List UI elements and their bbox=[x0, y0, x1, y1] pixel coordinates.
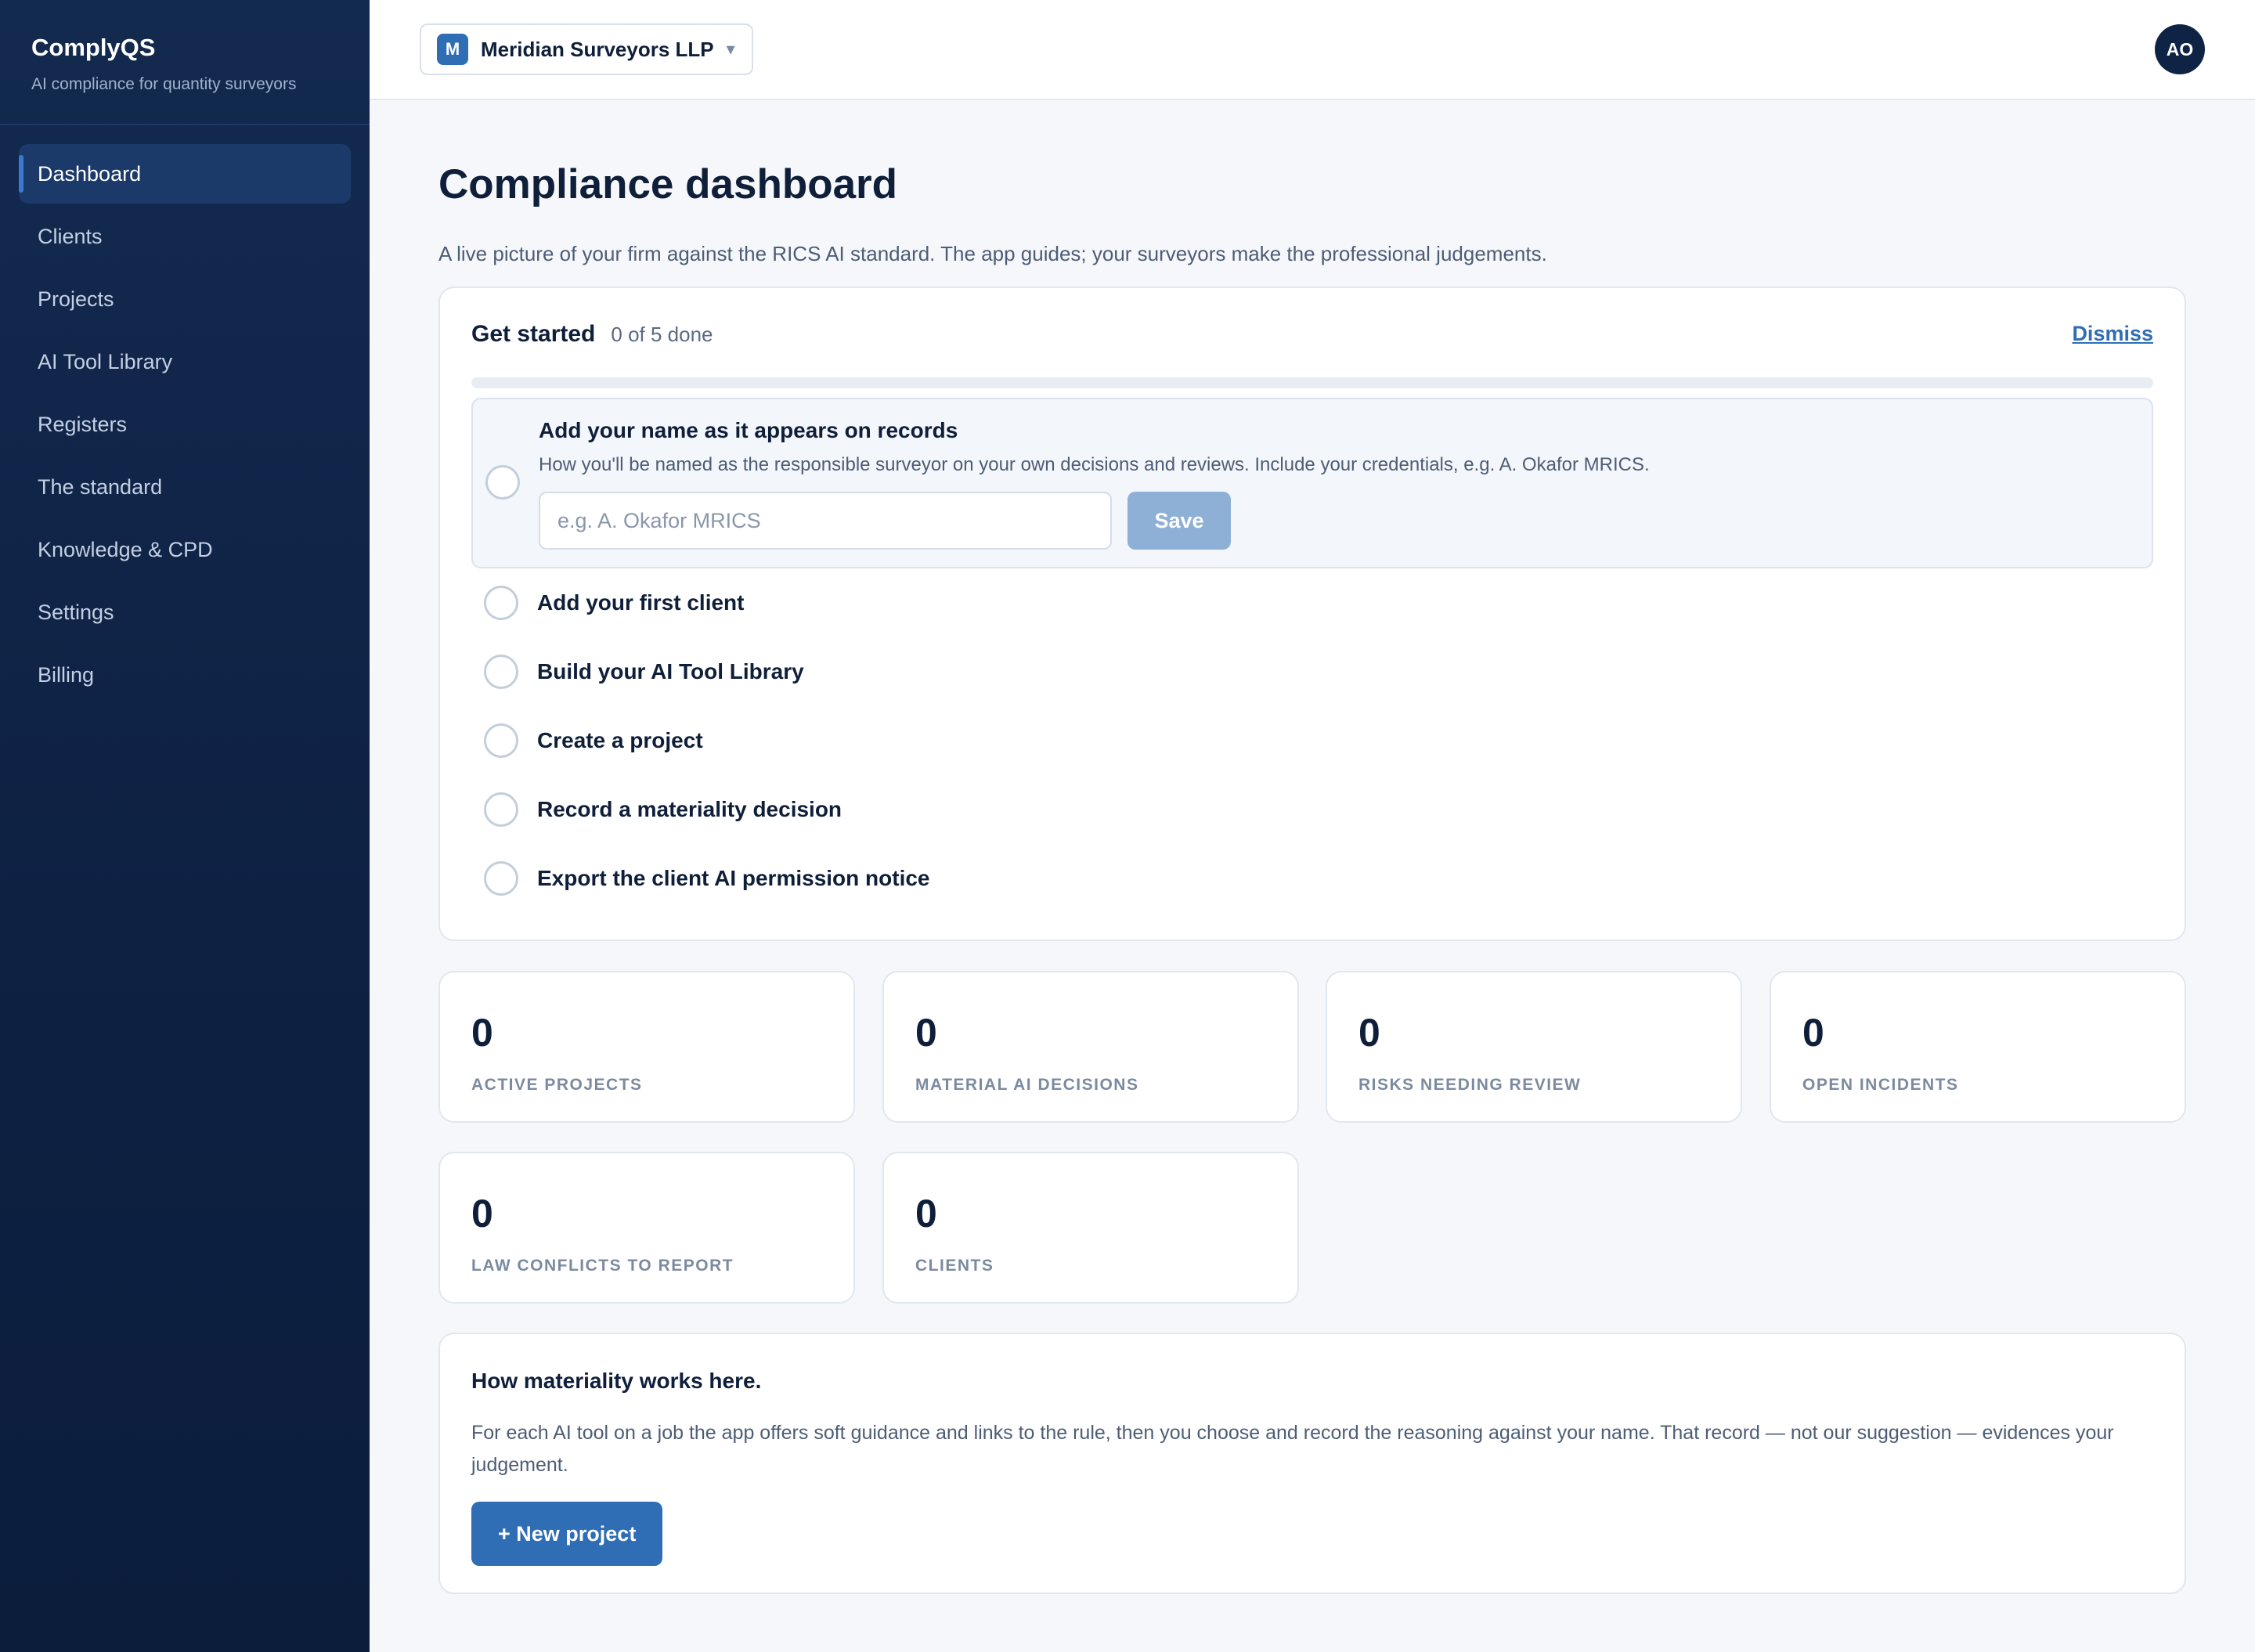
materiality-info-card: How materiality works here. For each AI … bbox=[438, 1333, 2186, 1594]
step-label: Add your first client bbox=[537, 590, 745, 615]
sidebar-item-dashboard[interactable]: Dashboard bbox=[19, 144, 351, 204]
main-content: Compliance dashboard A live picture of y… bbox=[438, 99, 2186, 1594]
brand: ComplyQS AI compliance for quantity surv… bbox=[0, 0, 370, 125]
step-label: Create a project bbox=[537, 728, 703, 752]
stat-card-open-incidents[interactable]: 0 OPEN INCIDENTS bbox=[1770, 971, 2186, 1123]
firm-name: Meridian Surveyors LLP bbox=[481, 37, 714, 61]
stat-label: CLIENTS bbox=[915, 1257, 994, 1275]
info-body: For each AI tool on a job the app offers… bbox=[471, 1422, 2114, 1476]
brand-name[interactable]: ComplyQS bbox=[31, 33, 338, 63]
firm-switcher[interactable]: M Meridian Surveyors LLP ▾ bbox=[420, 23, 753, 75]
save-button[interactable]: Save bbox=[1128, 492, 1231, 550]
stat-value: 0 bbox=[915, 1011, 937, 1055]
step-checkbox-icon[interactable] bbox=[484, 792, 518, 827]
get-started-title: Get started bbox=[471, 321, 596, 347]
step-checkbox-icon[interactable] bbox=[484, 861, 518, 896]
sidebar-item-projects[interactable]: Projects bbox=[19, 269, 351, 329]
stat-card-clients[interactable]: 0 CLIENTS bbox=[882, 1152, 1299, 1304]
stat-label: OPEN INCIDENTS bbox=[1802, 1076, 1959, 1094]
stat-value: 0 bbox=[471, 1192, 493, 1235]
info-title: How materiality works here. bbox=[471, 1369, 762, 1393]
step-create-project[interactable]: Create a project bbox=[484, 717, 703, 764]
app-root: ComplyQS AI compliance for quantity surv… bbox=[0, 0, 2255, 1652]
stat-label: RISKS NEEDING REVIEW bbox=[1358, 1076, 1582, 1094]
step-add-name: Add your name as it appears on records H… bbox=[471, 398, 2153, 568]
stat-value: 0 bbox=[471, 1011, 493, 1055]
stat-card-law-conflicts[interactable]: 0 LAW CONFLICTS TO REPORT bbox=[438, 1152, 855, 1304]
sidebar-item-registers[interactable]: Registers bbox=[19, 395, 351, 454]
step-label: Export the client AI permission notice bbox=[537, 866, 930, 890]
firm-badge: M bbox=[437, 34, 468, 65]
progress-bar bbox=[471, 377, 2153, 388]
stat-card-active-projects[interactable]: 0 ACTIVE PROJECTS bbox=[438, 971, 855, 1123]
brand-tagline: AI compliance for quantity surveyors bbox=[31, 75, 297, 93]
stat-label: MATERIAL AI DECISIONS bbox=[915, 1076, 1139, 1094]
get-started-header: Get started 0 of 5 done Dismiss bbox=[471, 288, 2153, 381]
step-build-ai-tool-library[interactable]: Build your AI Tool Library bbox=[484, 648, 804, 695]
step-add-first-client[interactable]: Add your first client bbox=[484, 579, 744, 626]
sidebar-item-ai-tool-library[interactable]: AI Tool Library bbox=[19, 332, 351, 391]
stat-value: 0 bbox=[915, 1192, 937, 1235]
step-checkbox-icon[interactable] bbox=[484, 655, 518, 689]
step-checkbox-icon[interactable] bbox=[484, 586, 518, 620]
stat-value: 0 bbox=[1802, 1011, 1824, 1055]
chevron-down-icon: ▾ bbox=[726, 39, 735, 59]
get-started-card: Get started 0 of 5 done Dismiss Add your… bbox=[438, 287, 2186, 941]
sidebar-item-clients[interactable]: Clients bbox=[19, 207, 351, 266]
sidebar-item-the-standard[interactable]: The standard bbox=[19, 457, 351, 517]
dismiss-link[interactable]: Dismiss bbox=[2072, 322, 2153, 346]
stat-card-material-ai-decisions[interactable]: 0 MATERIAL AI DECISIONS bbox=[882, 971, 1299, 1123]
stat-value: 0 bbox=[1358, 1011, 1380, 1055]
get-started-count: 0 of 5 done bbox=[611, 322, 713, 346]
topbar: M Meridian Surveyors LLP ▾ AO bbox=[370, 0, 2255, 100]
step-title: Add your name as it appears on records bbox=[539, 418, 958, 442]
avatar[interactable]: AO bbox=[2155, 24, 2205, 74]
stat-label: LAW CONFLICTS TO REPORT bbox=[471, 1257, 734, 1275]
sidebar-item-settings[interactable]: Settings bbox=[19, 583, 351, 642]
stat-label: ACTIVE PROJECTS bbox=[471, 1076, 643, 1094]
name-input[interactable] bbox=[539, 492, 1112, 550]
sidebar-nav: Dashboard Clients Projects AI Tool Libra… bbox=[0, 125, 370, 705]
step-record-materiality-decision[interactable]: Record a materiality decision bbox=[484, 786, 842, 833]
step-checkbox-icon[interactable] bbox=[484, 723, 518, 758]
page-title: Compliance dashboard bbox=[438, 161, 898, 207]
stat-card-risks-needing-review[interactable]: 0 RISKS NEEDING REVIEW bbox=[1326, 971, 1742, 1123]
sidebar: ComplyQS AI compliance for quantity surv… bbox=[0, 0, 370, 1652]
sidebar-item-knowledge-cpd[interactable]: Knowledge & CPD bbox=[19, 520, 351, 579]
sidebar-item-billing[interactable]: Billing bbox=[19, 645, 351, 705]
step-label: Record a materiality decision bbox=[537, 797, 842, 821]
step-export-permission-notice[interactable]: Export the client AI permission notice bbox=[484, 855, 930, 902]
new-project-button[interactable]: + New project bbox=[471, 1502, 663, 1566]
step-label: Build your AI Tool Library bbox=[537, 659, 804, 684]
step-checkbox-icon[interactable] bbox=[485, 465, 520, 500]
step-description: How you'll be named as the responsible s… bbox=[539, 454, 1650, 475]
page-subtitle: A live picture of your firm against the … bbox=[438, 242, 1547, 265]
